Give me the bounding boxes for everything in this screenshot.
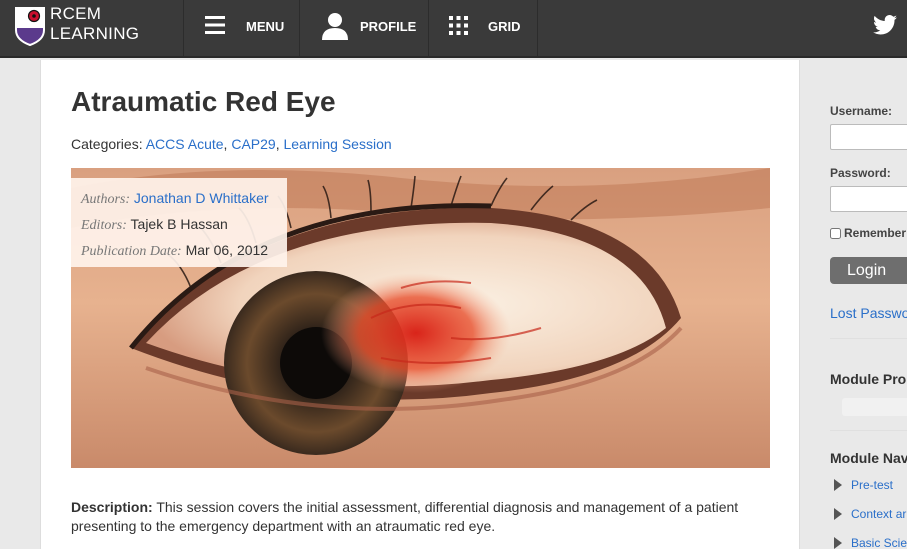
main-content-panel: Atraumatic Red Eye Categories: ACCS Acut…: [40, 60, 800, 549]
login-sidebar: Username: Password: Remember Login Lost …: [830, 60, 907, 549]
publication-date-value: Mar 06, 2012: [185, 242, 269, 258]
password-label: Password:: [830, 166, 891, 180]
module-nav-item-label: Basic Scie: [851, 536, 907, 549]
description-label: Description:: [71, 499, 153, 515]
grid-label: GRID: [488, 19, 521, 34]
login-button[interactable]: Login: [830, 257, 907, 284]
twitter-icon[interactable]: [873, 15, 897, 35]
caret-right-icon: [834, 537, 842, 549]
hero-image-red-eye: Authors: Jonathan D Whittaker Editors: T…: [71, 168, 770, 468]
module-nav-item-label: Context ar: [851, 507, 907, 521]
shield-logo-icon: [15, 7, 45, 46]
categories-label: Categories:: [71, 136, 143, 152]
user-icon: [322, 13, 348, 40]
profile-button[interactable]: PROFILE: [300, 0, 429, 56]
lost-password-link[interactable]: Lost Passwo: [830, 305, 907, 321]
top-navigation-bar: RCEM LEARNING MENU PROFILE GRID: [0, 0, 907, 58]
remember-me-label: Remember: [844, 226, 907, 240]
caret-right-icon: [834, 508, 842, 520]
module-nav-item-pretest[interactable]: Pre-test: [834, 478, 893, 492]
remember-me-checkbox[interactable]: [830, 228, 841, 239]
module-progress-heading: Module Pro: [830, 371, 907, 387]
article-meta-box: Authors: Jonathan D Whittaker Editors: T…: [71, 178, 287, 267]
divider: [830, 338, 907, 339]
module-nav-item-basic-science[interactable]: Basic Scie: [834, 536, 907, 549]
publication-date-label: Publication Date:: [81, 244, 182, 259]
editors-label: Editors:: [81, 218, 127, 233]
username-label: Username:: [830, 104, 893, 118]
category-link-learning-session[interactable]: Learning Session: [283, 136, 391, 152]
menu-button[interactable]: MENU: [183, 0, 300, 56]
description-text: This session covers the initial assessme…: [71, 499, 739, 534]
grid-icon: [449, 16, 468, 35]
authors-row: Authors: Jonathan D Whittaker: [81, 186, 287, 212]
module-nav-item-label: Pre-test: [851, 478, 894, 492]
username-input[interactable]: [830, 124, 907, 150]
password-input[interactable]: [830, 186, 907, 212]
module-progress-bar: [842, 398, 907, 416]
caret-right-icon: [834, 479, 842, 491]
grid-button[interactable]: GRID: [429, 0, 538, 56]
categories-line: Categories: ACCS Acute, CAP29, Learning …: [71, 136, 392, 152]
brand-logo-link[interactable]: RCEM LEARNING: [0, 0, 184, 56]
editors-row: Editors: Tajek B Hassan: [81, 212, 287, 238]
brand-line-2: LEARNING: [50, 24, 140, 43]
brand-line-1: RCEM: [50, 4, 102, 23]
divider: [830, 430, 907, 431]
module-nav-item-context[interactable]: Context ar: [834, 507, 906, 521]
profile-label: PROFILE: [360, 19, 417, 34]
remember-me-checkbox-row[interactable]: Remember: [830, 226, 906, 240]
publication-date-row: Publication Date: Mar 06, 2012: [81, 238, 287, 264]
category-link-cap29[interactable]: CAP29: [231, 136, 275, 152]
hamburger-icon: [205, 16, 225, 34]
brand-text: RCEM LEARNING: [50, 4, 139, 44]
description-paragraph: Description: This session covers the ini…: [71, 498, 771, 536]
menu-label: MENU: [246, 19, 285, 34]
author-link[interactable]: Jonathan D Whittaker: [134, 190, 269, 206]
editors-value: Tajek B Hassan: [130, 216, 228, 232]
page-title: Atraumatic Red Eye: [71, 86, 336, 117]
module-navigation-heading: Module Nav: [830, 450, 907, 466]
authors-label: Authors:: [81, 192, 130, 207]
category-link-accs-acute[interactable]: ACCS Acute: [146, 136, 224, 152]
